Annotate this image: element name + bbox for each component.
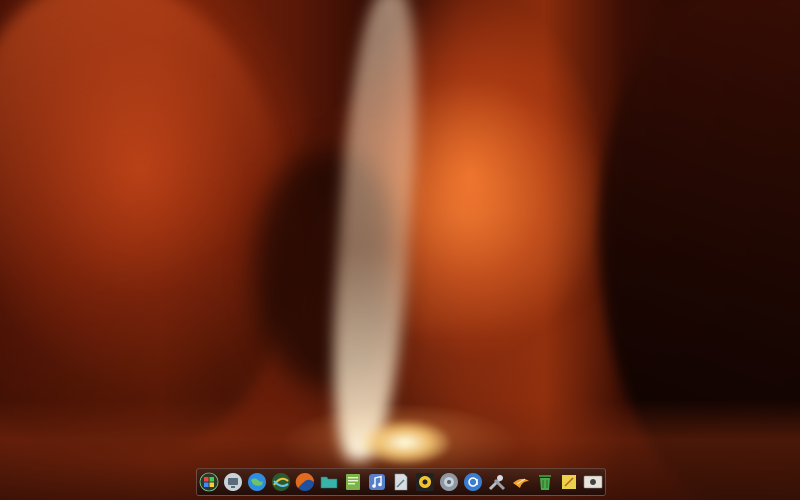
dock-item-trash[interactable] xyxy=(534,471,556,493)
dock-item-system[interactable] xyxy=(438,471,460,493)
dock-item-network[interactable] xyxy=(270,471,292,493)
document-icon xyxy=(394,473,408,491)
trash-icon xyxy=(539,475,551,490)
computer-icon xyxy=(224,473,242,491)
settings-icon xyxy=(416,473,434,491)
dock-item-document[interactable] xyxy=(390,471,412,493)
dock-item-settings[interactable] xyxy=(414,471,436,493)
dock-item-browser[interactable] xyxy=(294,471,316,493)
dock-item-folder[interactable] xyxy=(318,471,340,493)
dock-item-star[interactable] xyxy=(510,471,532,493)
network-icon xyxy=(272,473,290,491)
start-orb-icon xyxy=(199,472,219,492)
globe-icon xyxy=(248,473,266,491)
dock-item-media[interactable] xyxy=(582,471,604,493)
folder-icon xyxy=(320,476,338,489)
notepad-icon xyxy=(562,475,576,489)
dock-item-globe[interactable] xyxy=(246,471,268,493)
messenger-icon xyxy=(464,473,482,491)
notes-icon xyxy=(346,474,360,490)
dock-item-start[interactable] xyxy=(198,471,220,493)
canyon-wall-left xyxy=(0,0,290,450)
dock-item-computer[interactable] xyxy=(222,471,244,493)
dock-item-music[interactable] xyxy=(366,471,388,493)
music-icon xyxy=(369,474,385,490)
light-pool xyxy=(360,420,450,465)
dock-item-notes[interactable] xyxy=(342,471,364,493)
browser-icon xyxy=(295,472,314,491)
desktop-background xyxy=(0,0,800,500)
dock-item-notepad[interactable] xyxy=(558,471,580,493)
system-icon xyxy=(440,473,458,491)
star-icon xyxy=(513,478,529,488)
dock-item-tools[interactable] xyxy=(486,471,508,493)
tools-icon xyxy=(488,475,506,491)
dock xyxy=(196,468,606,496)
dock-item-messenger[interactable] xyxy=(462,471,484,493)
media-icon xyxy=(583,475,603,489)
